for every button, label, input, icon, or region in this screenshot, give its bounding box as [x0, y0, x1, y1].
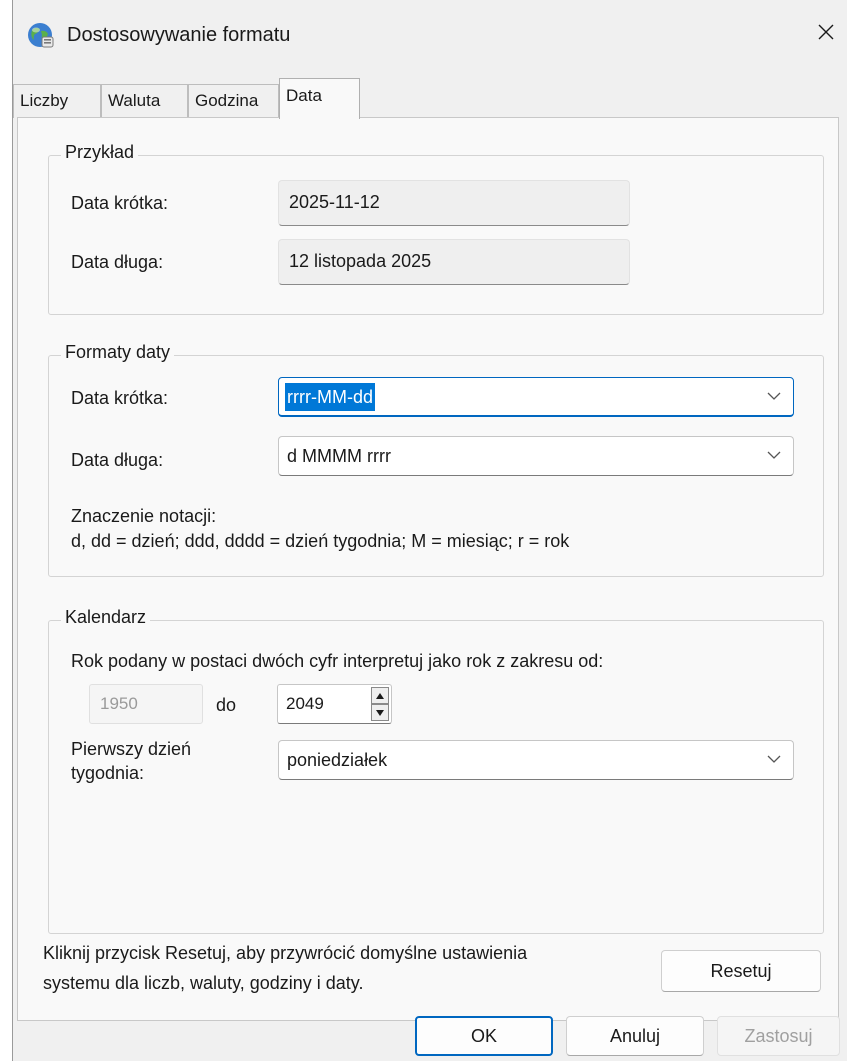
cancel-button[interactable]: Anuluj — [566, 1016, 704, 1056]
first-day-combo[interactable]: poniedziałek — [278, 740, 794, 780]
example-long-label: Data długa: — [71, 252, 164, 272]
arrow-up-icon — [376, 692, 384, 699]
notation-title: Znaczenie notacji: — [71, 506, 217, 526]
spin-down-button[interactable] — [371, 704, 389, 721]
arrow-down-icon — [376, 709, 384, 716]
calendar-legend: Kalendarz — [61, 607, 151, 628]
tab-panel-data: Przykład Data krótka: 2025-11-12 Data dł… — [17, 117, 839, 1021]
year-spin-buttons — [371, 687, 389, 721]
tab-data[interactable]: Data — [279, 78, 360, 119]
reset-note: Kliknij przycisk Resetuj, aby przywrócić… — [43, 938, 653, 998]
title-bar: Dostosowywanie formatu — [13, 0, 847, 74]
ok-button[interactable]: OK — [415, 1016, 553, 1056]
close-button[interactable] — [804, 10, 847, 54]
first-day-label-line2: tygodnia: — [71, 763, 145, 783]
tab-waluta[interactable]: Waluta — [101, 84, 188, 118]
year-to-value: 2049 — [286, 694, 324, 713]
chevron-down-icon — [767, 451, 781, 459]
short-date-combo[interactable]: rrrr-MM-dd — [278, 377, 794, 417]
short-date-label: Data krótka: — [71, 388, 169, 408]
example-long-value: 12 listopada 2025 — [278, 239, 630, 285]
short-date-value: rrrr-MM-dd — [285, 383, 375, 411]
long-date-combo[interactable]: d MMMM rrrr — [278, 436, 794, 476]
date-formats-group: Formaty daty Data krótka: rrrr-MM-dd Dat… — [48, 342, 824, 577]
long-date-label: Data długa: — [71, 450, 164, 470]
year-to-spinner[interactable]: 2049 — [277, 684, 392, 724]
close-icon — [818, 24, 834, 40]
tab-strip: Liczby Waluta Godzina Data — [13, 78, 847, 119]
tab-godzina[interactable]: Godzina — [188, 84, 279, 118]
dialog-window: Dostosowywanie formatu Liczby Waluta God… — [12, 0, 847, 1061]
first-day-value: poniedziałek — [287, 750, 388, 770]
chevron-down-icon — [767, 755, 781, 763]
long-date-value: d MMMM rrrr — [287, 446, 391, 466]
reset-note-line2: systemu dla liczb, waluty, godziny i dat… — [43, 973, 364, 993]
example-short-value: 2025-11-12 — [278, 180, 630, 226]
first-day-label-line1: Pierwszy dzień — [71, 739, 192, 759]
globe-icon — [28, 23, 54, 48]
tab-liczby[interactable]: Liczby — [13, 84, 101, 118]
reset-note-line1: Kliknij przycisk Resetuj, aby przywrócić… — [43, 943, 528, 963]
year-to-label: do — [216, 695, 237, 715]
chevron-down-icon — [767, 392, 781, 400]
example-group: Przykład Data krótka: 2025-11-12 Data dł… — [48, 142, 824, 315]
apply-button: Zastosuj — [717, 1016, 840, 1056]
calendar-group: Kalendarz Rok podany w postaci dwóch cyf… — [48, 607, 824, 934]
example-legend: Przykład — [61, 142, 139, 163]
reset-button[interactable]: Resetuj — [661, 950, 821, 992]
date-formats-legend: Formaty daty — [61, 342, 175, 363]
example-short-label: Data krótka: — [71, 193, 169, 213]
notation-text: d, dd = dzień; ddd, dddd = dzień tygodni… — [71, 531, 570, 551]
year-from-input: 1950 — [89, 684, 203, 724]
window-title: Dostosowywanie formatu — [67, 24, 291, 46]
spin-up-button[interactable] — [371, 687, 389, 704]
year-range-text: Rok podany w postaci dwóch cyfr interpre… — [71, 651, 604, 671]
